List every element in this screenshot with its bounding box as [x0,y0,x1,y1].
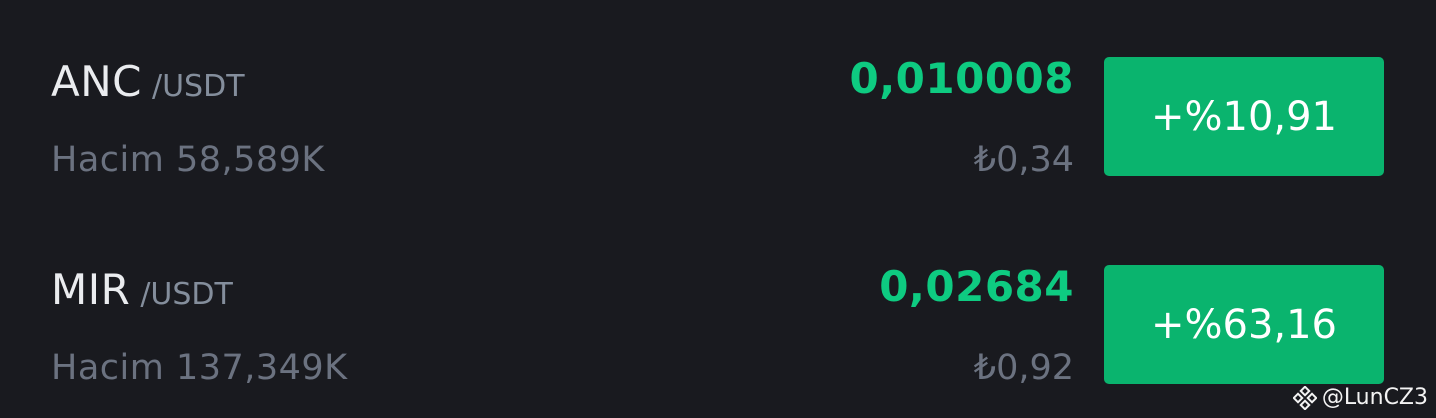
quote-asset: /USDT [140,277,233,312]
price-try: ₺0,34 [973,140,1074,180]
change-percent-button[interactable]: +%63,16 [1104,265,1384,384]
last-price: 0,010008 [849,54,1074,103]
last-price: 0,02684 [879,262,1074,311]
watermark-text: @LunCZ3 [1321,385,1428,410]
pair-name: MIR/USDT [51,265,233,314]
market-row-anc[interactable]: ANC/USDT Hacim 58,589K 0,010008 ₺0,34 +%… [0,0,1436,190]
volume-label: Hacim 137,349K [51,348,348,388]
price-try: ₺0,92 [973,348,1074,388]
volume-label: Hacim 58,589K [51,140,325,180]
pair-name: ANC/USDT [51,57,245,106]
base-asset: ANC [51,57,142,106]
watermark: @LunCZ3 [1292,385,1428,410]
market-row-mir[interactable]: MIR/USDT Hacim 137,349K 0,02684 ₺0,92 +%… [0,208,1436,398]
change-percent-button[interactable]: +%10,91 [1104,57,1384,176]
base-asset: MIR [51,265,131,314]
quote-asset: /USDT [151,69,245,104]
binance-logo-icon [1292,385,1317,410]
